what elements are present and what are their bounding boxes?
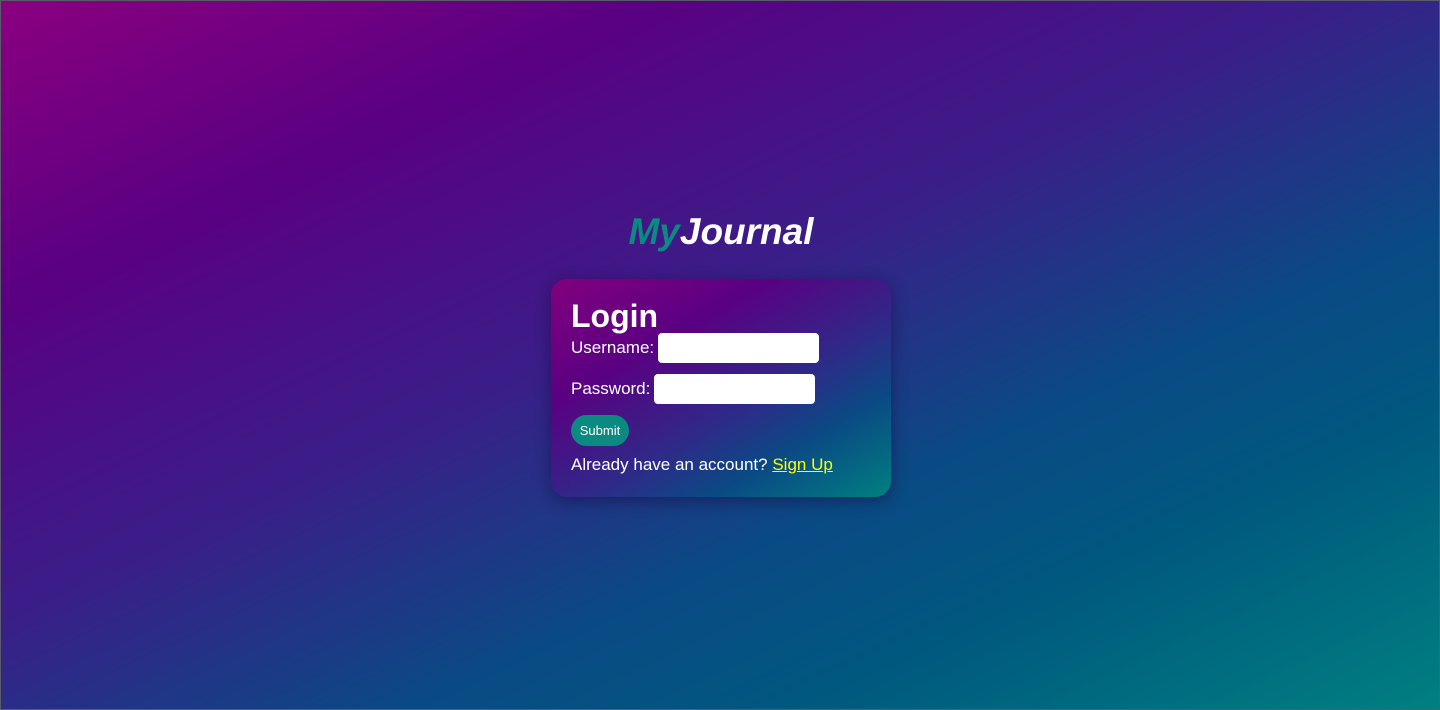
login-title: Login bbox=[571, 298, 659, 334]
password-input[interactable] bbox=[654, 374, 816, 404]
account-prompt: Already have an account? bbox=[571, 455, 768, 474]
submit-button[interactable]: Submit bbox=[571, 415, 629, 446]
logo-my-text: My bbox=[628, 211, 680, 252]
signup-row: Already have an account? Sign Up bbox=[571, 454, 871, 476]
password-row: Password: bbox=[571, 374, 871, 404]
app-logo: MyJournal bbox=[1, 208, 1440, 256]
username-label: Username: bbox=[571, 338, 655, 357]
username-row: Username: bbox=[571, 333, 871, 363]
logo-journal-text: Journal bbox=[679, 211, 814, 252]
password-label: Password: bbox=[571, 379, 651, 398]
signup-link[interactable]: Sign Up bbox=[772, 455, 832, 474]
username-input[interactable] bbox=[658, 333, 820, 363]
login-card: Login Username: Password: Submit Already… bbox=[551, 279, 891, 497]
